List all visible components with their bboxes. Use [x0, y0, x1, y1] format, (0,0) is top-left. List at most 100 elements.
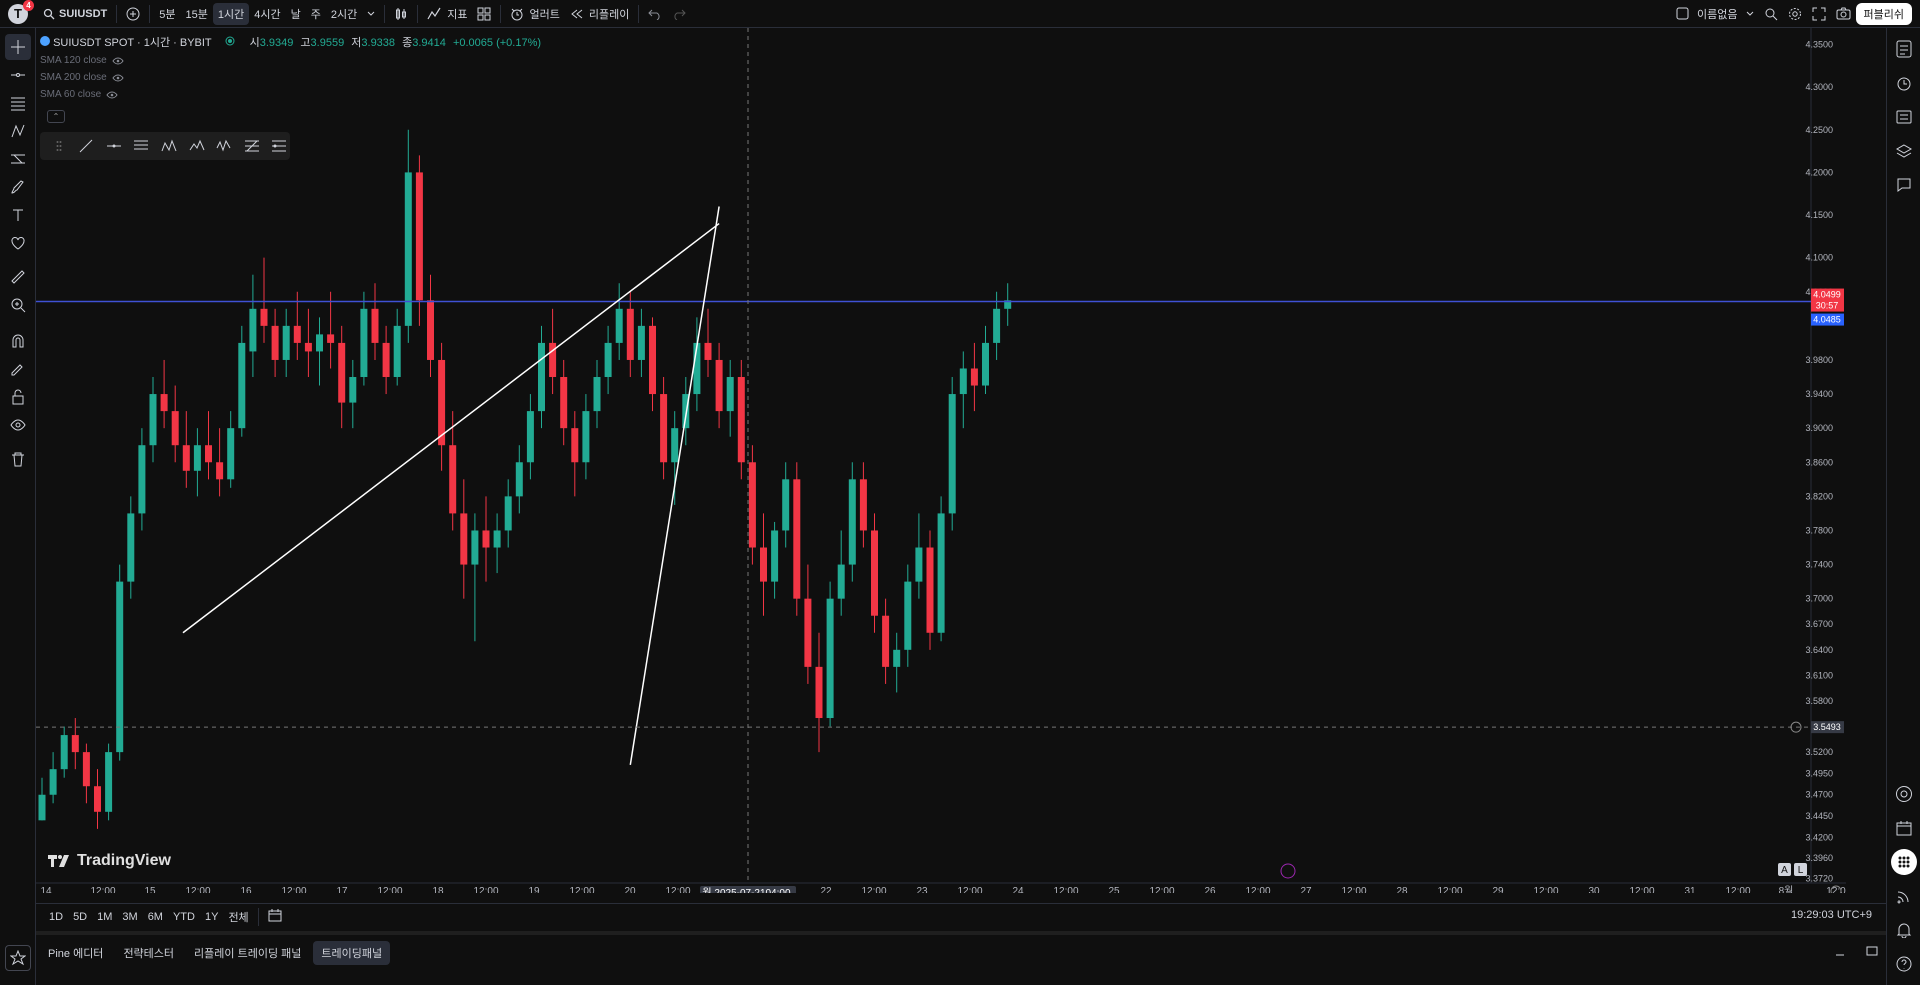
eye-icon[interactable]: [106, 90, 118, 99]
pattern-tool[interactable]: [5, 118, 31, 144]
range-1y[interactable]: 1Y: [200, 911, 223, 923]
draw-trendline[interactable]: [76, 135, 98, 157]
range-ytd[interactable]: YTD: [168, 911, 200, 923]
compare-symbol-button[interactable]: [121, 3, 145, 25]
candle-body: [205, 445, 212, 463]
help-icon: [1896, 956, 1911, 972]
tab-trading-panel[interactable]: 트레이딩패널: [313, 941, 391, 965]
draw-xabcd[interactable]: [158, 135, 180, 157]
symbol-search-button[interactable]: SUIUSDT: [38, 3, 112, 25]
chat-button[interactable]: [1891, 172, 1917, 198]
layout-templates-button[interactable]: [472, 3, 496, 25]
interval-15m[interactable]: 15분: [181, 3, 213, 25]
eye-icon[interactable]: [112, 73, 124, 82]
icon-tool[interactable]: [5, 230, 31, 256]
fullscreen-button[interactable]: [1807, 3, 1831, 25]
measure-tool[interactable]: [5, 264, 31, 290]
range-1d[interactable]: 1D: [44, 911, 68, 923]
text-tool[interactable]: [5, 202, 31, 228]
maximize-panel-button[interactable]: [1858, 941, 1886, 964]
range-1m[interactable]: 1M: [92, 911, 117, 923]
snapshot-button[interactable]: [1831, 3, 1856, 25]
layers-button[interactable]: [1891, 138, 1917, 164]
interval-5m[interactable]: 5분: [154, 3, 180, 25]
object-tree-button[interactable]: [1891, 104, 1917, 130]
high-value: 3.9559: [310, 37, 345, 49]
fib-tool[interactable]: [5, 90, 31, 116]
remove-drawings-tool[interactable]: [5, 446, 31, 472]
price-tick-label: 3.8600: [1805, 457, 1833, 467]
drag-handle[interactable]: [48, 135, 70, 157]
indicator-sma200[interactable]: SMA 200 close: [40, 69, 541, 86]
draw-fib-ext[interactable]: [241, 135, 263, 157]
user-avatar[interactable]: T4: [8, 0, 34, 24]
price-tick-label: 3.9800: [1805, 355, 1833, 365]
brush-tool[interactable]: [5, 174, 31, 200]
crosshair-tool[interactable]: [4, 34, 31, 60]
candle-body: [771, 530, 779, 582]
streams-button[interactable]: [1891, 883, 1917, 909]
notifications-button[interactable]: [1891, 917, 1917, 943]
tab-strategy-tester[interactable]: 전략테스터: [115, 941, 182, 965]
interval-2h[interactable]: 2시간: [326, 3, 362, 25]
price-chart[interactable]: 4.35004.30004.25004.20004.15004.10004.06…: [36, 28, 1846, 893]
chart-type-button[interactable]: [389, 3, 413, 25]
range-6m[interactable]: 6M: [143, 911, 168, 923]
publish-button[interactable]: 퍼블리쉬: [1855, 2, 1912, 25]
layout-name-button[interactable]: 이름없음: [1671, 3, 1758, 25]
favorites-button[interactable]: [4, 945, 31, 971]
magnet-tool[interactable]: [5, 328, 31, 354]
settings-button[interactable]: [1783, 3, 1807, 25]
replay-button[interactable]: 리플레이: [565, 3, 634, 25]
interval-week[interactable]: 주: [306, 3, 326, 25]
range-3m[interactable]: 3M: [117, 911, 142, 923]
tab-replay-trading[interactable]: 리플레이 트레이딩 패널: [186, 941, 309, 965]
draw-fib-channel[interactable]: [269, 135, 291, 157]
hide-drawings-tool[interactable]: [5, 412, 31, 438]
alert-button[interactable]: 얼러트: [505, 3, 564, 25]
indicator-label: SMA 60 close: [40, 89, 102, 100]
calendar-button[interactable]: [1891, 815, 1917, 841]
candle-body: [449, 445, 457, 514]
projection-tool[interactable]: [5, 146, 31, 172]
indicator-sma60[interactable]: SMA 60 close: [40, 86, 541, 103]
utc-clock[interactable]: 19:29:03 UTC+9: [1791, 909, 1872, 921]
interval-4h[interactable]: 4시간: [249, 3, 285, 25]
candle-body: [49, 769, 57, 795]
stay-in-drawing-tool[interactable]: [5, 356, 31, 382]
alerts-button[interactable]: [1891, 70, 1917, 96]
hotlist-button[interactable]: [1891, 781, 1917, 807]
help-button[interactable]: [1891, 951, 1917, 977]
goto-date-button[interactable]: [263, 908, 287, 925]
fib-extension-icon: [244, 140, 259, 152]
candle-body: [893, 649, 901, 667]
redo-button[interactable]: [667, 3, 691, 25]
interval-dropdown[interactable]: [362, 3, 380, 25]
lock-drawings-tool[interactable]: [5, 384, 31, 410]
draw-parallel[interactable]: [131, 135, 153, 157]
eye-icon[interactable]: [112, 56, 124, 65]
draw-elliott[interactable]: [186, 135, 208, 157]
undo-button[interactable]: [643, 3, 667, 25]
zoom-tool[interactable]: [5, 292, 31, 318]
apps-button[interactable]: [1890, 849, 1917, 875]
indicators-button[interactable]: 지표: [422, 3, 472, 25]
draw-hline[interactable]: [103, 135, 125, 157]
candle-body: [216, 462, 224, 480]
watchlist-button[interactable]: [1891, 36, 1917, 62]
tab-pine-editor[interactable]: Pine 에디터: [40, 941, 111, 965]
indicator-sma120[interactable]: SMA 120 close: [40, 52, 541, 69]
time-tick-label: 12:0: [1826, 886, 1846, 893]
collapse-legend-button[interactable]: ⌃: [47, 110, 65, 123]
minimize-panel-button[interactable]: [1826, 941, 1854, 964]
range-5d[interactable]: 5D: [68, 911, 92, 923]
quick-search-button[interactable]: [1759, 3, 1783, 25]
wave-icon: [216, 139, 231, 152]
trendline-tool[interactable]: [5, 62, 31, 88]
candle-body: [327, 334, 335, 343]
range-all[interactable]: 전체: [223, 909, 253, 925]
interval-1h[interactable]: 1시간: [212, 2, 250, 25]
interval-day[interactable]: 날: [286, 3, 306, 25]
candle-body: [626, 308, 634, 360]
draw-wave[interactable]: [213, 135, 235, 157]
